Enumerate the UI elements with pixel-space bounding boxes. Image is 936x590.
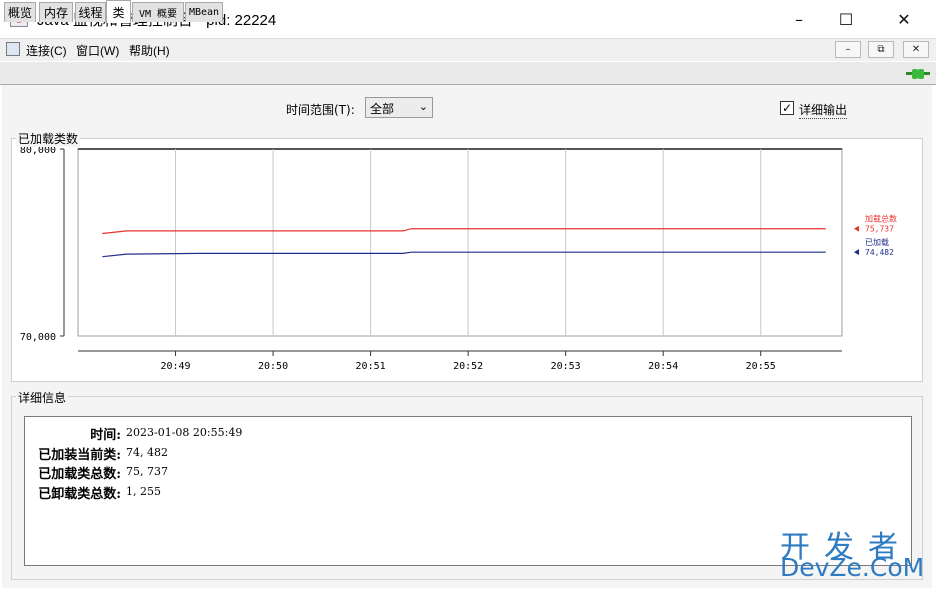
tab-memory[interactable]: 内存 bbox=[39, 2, 73, 22]
series-end-value-1: 74,482 bbox=[865, 248, 894, 257]
x-tick-label: 20:53 bbox=[551, 361, 581, 372]
menu-bar: 连接(C) 窗口(W) 帮助(H) – ⧉ ✕ bbox=[0, 38, 936, 61]
tab-overview[interactable]: 概览 bbox=[4, 2, 36, 22]
y-tick-label: 70,000 bbox=[20, 332, 56, 343]
x-tick-label: 20:49 bbox=[160, 361, 190, 372]
series-end-marker-0 bbox=[854, 225, 859, 232]
minimize-button[interactable]: – bbox=[776, 0, 822, 38]
series-name-0: 加载总数 bbox=[865, 214, 897, 224]
loaded-classes-chart: 20:49 20:50 20:51 20:52 20:53 20:54 20:5580,00… bbox=[20, 145, 897, 372]
series-end-marker-1 bbox=[854, 249, 859, 256]
tab-bar bbox=[0, 62, 936, 85]
chart-group-title: 已加载类数 bbox=[16, 130, 81, 147]
detail-value-time: 2023-01-08 20:55:49 bbox=[126, 426, 243, 439]
connection-status-icon bbox=[906, 67, 930, 81]
detail-label-current-classes: 已加装当前类: bbox=[38, 448, 121, 463]
loaded-classes-chart-group: 20:49 20:50 20:51 20:52 20:53 20:54 20:55 80,00… bbox=[11, 138, 923, 382]
tab-mbean[interactable]: MBean bbox=[185, 2, 223, 22]
details-box: 时间: 2023-01-08 20:55:49 已加装当前类: 74, 482 … bbox=[24, 416, 912, 566]
plot-area bbox=[77, 148, 843, 337]
tab-threads[interactable]: 线程 bbox=[75, 2, 106, 22]
tab-classes[interactable]: 类 bbox=[106, 0, 131, 23]
menu-help[interactable]: 帮助(H) bbox=[129, 42, 170, 59]
series-name-1: 已加载 bbox=[865, 237, 889, 247]
x-tick-label: 20:52 bbox=[453, 361, 483, 372]
inner-close-button[interactable]: ✕ bbox=[903, 41, 929, 58]
detail-label-total-loaded: 已加载类总数: bbox=[38, 467, 121, 482]
time-range-value: 全部 bbox=[370, 102, 395, 116]
detail-value-total-unloaded: 1, 255 bbox=[126, 485, 161, 498]
time-range-select[interactable]: 全部 ⌄ bbox=[365, 97, 433, 118]
detail-value-current-classes: 74, 482 bbox=[126, 446, 168, 459]
close-button[interactable]: ✕ bbox=[881, 0, 927, 38]
inner-restore-button[interactable]: ⧉ bbox=[868, 41, 894, 58]
menu-window[interactable]: 窗口(W) bbox=[76, 42, 119, 59]
window-menu-icon[interactable] bbox=[6, 42, 20, 56]
detail-label-total-unloaded: 已卸载类总数: bbox=[38, 487, 121, 502]
maximize-button[interactable]: ☐ bbox=[823, 0, 869, 38]
chevron-down-icon: ⌄ bbox=[418, 100, 428, 113]
x-tick-label: 20:50 bbox=[258, 361, 288, 372]
detail-output-checkbox[interactable]: ✓ bbox=[780, 101, 794, 115]
x-tick-label: 20:55 bbox=[746, 361, 776, 372]
tab-vm-summary[interactable]: VM 概要 bbox=[132, 2, 184, 22]
details-group-title: 详细信息 bbox=[16, 389, 69, 406]
detail-label-time: 时间: bbox=[90, 428, 121, 443]
series-end-value-0: 75,737 bbox=[865, 225, 894, 234]
x-tick-label: 20:54 bbox=[648, 361, 678, 372]
menu-connection[interactable]: 连接(C) bbox=[26, 42, 67, 59]
inner-minimize-button[interactable]: – bbox=[835, 41, 861, 58]
x-tick-label: 20:51 bbox=[356, 361, 386, 372]
watermark-line2: DevZe.CoM bbox=[780, 553, 925, 582]
time-range-label: 时间范围(T): bbox=[286, 103, 355, 117]
detail-output-label[interactable]: 详细输出 bbox=[799, 101, 848, 119]
detail-value-total-loaded: 75, 737 bbox=[126, 465, 168, 478]
